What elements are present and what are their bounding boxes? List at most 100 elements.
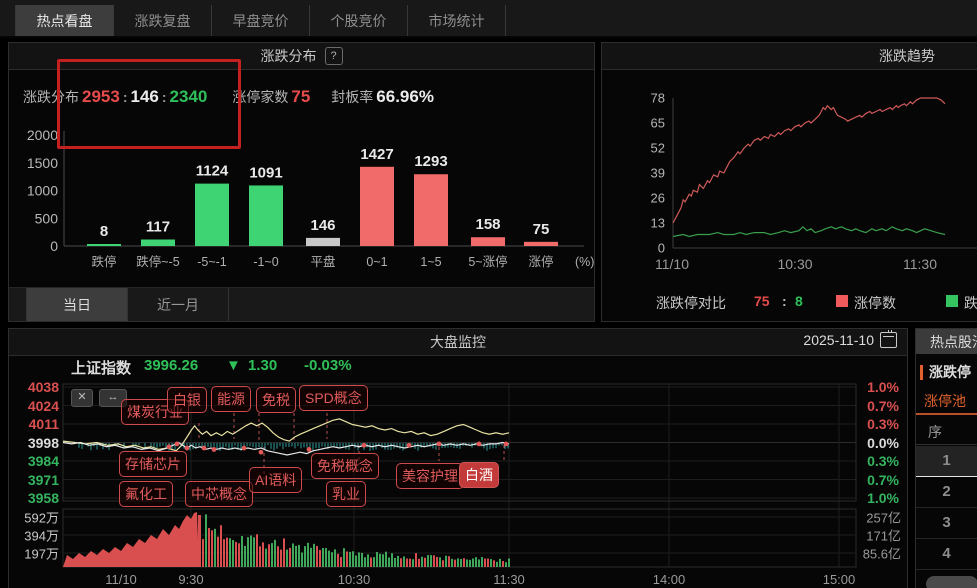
market-xtick: 11:30: [493, 572, 525, 587]
sector-label-白酒[interactable]: 白酒: [459, 462, 499, 488]
svg-text:跌停~-5: 跌停~-5: [136, 254, 179, 269]
legend-up-item: 涨停数: [836, 293, 896, 311]
svg-text:-5~-1: -5~-1: [197, 255, 227, 269]
seq-column-header: 序: [916, 419, 977, 445]
svg-text:1091: 1091: [249, 164, 282, 181]
up-series-name: 涨停数: [854, 295, 896, 311]
sector-label-AI语料[interactable]: AI语料: [249, 467, 303, 493]
volume-ytick-right: 257亿: [866, 510, 901, 526]
volume-ytick-left: 394万: [24, 528, 59, 544]
trend-ytick: 0: [657, 240, 665, 256]
distribution-bar-chart[interactable]: 2000 1500 1000 500 0 8 跌停 117 跌停~-5 1124 -5~-1 1091…: [9, 43, 596, 290]
market-xtick: 10:30: [337, 572, 371, 587]
svg-text:500: 500: [35, 210, 59, 226]
limit-updown-section: 涨跌停: [920, 362, 971, 382]
top-tab-3[interactable]: 早盘竞价: [212, 5, 310, 36]
market-xtick: 15:00: [822, 572, 856, 587]
legend-up-count: 75: [754, 293, 770, 309]
pool-row-3[interactable]: 3: [916, 508, 977, 539]
trend-xtick: 11/10: [655, 256, 689, 272]
price-ytick-left: 3958: [27, 490, 59, 506]
trend-ytick: 39: [650, 165, 665, 181]
volume-ytick-right: 171亿: [866, 528, 901, 544]
top-tab-bar: 热点看盘 涨跌复盘 早盘竞价 个股竞价 市场统计: [0, 0, 977, 38]
svg-text:158: 158: [475, 216, 500, 233]
limit-up-pool-label: 涨停池: [924, 393, 966, 409]
price-ytick-left: 3984: [27, 453, 59, 469]
svg-text:涨停: 涨停: [528, 254, 553, 269]
price-ytick-right: 0.3%: [867, 453, 899, 469]
svg-text:8: 8: [100, 223, 108, 240]
svg-text:0: 0: [50, 238, 58, 254]
price-ytick-left: 4011: [28, 416, 59, 432]
price-ytick-right: 0.7%: [867, 397, 899, 414]
sector-label-美容护理[interactable]: 美容护理: [396, 463, 464, 489]
pool-row-4[interactable]: 4: [916, 539, 977, 570]
price-ytick-right: 0.7%: [867, 471, 899, 488]
price-ytick-left: 3998: [27, 434, 59, 451]
top-tab-4[interactable]: 个股竞价: [310, 5, 408, 36]
down-series-name: 跌停数: [964, 295, 977, 311]
svg-text:1000: 1000: [27, 183, 58, 199]
close-icon[interactable]: ✕: [71, 389, 93, 407]
limit-up-pool-tab[interactable]: 涨停池: [916, 389, 977, 415]
price-ytick-left: 3971: [27, 471, 59, 488]
svg-text:跌停: 跌停: [91, 254, 116, 269]
svg-text:117: 117: [146, 219, 170, 236]
legend-colon: :: [782, 293, 787, 309]
legend-label: 涨跌停对比: [656, 295, 726, 311]
scroll-thumb[interactable]: [926, 576, 977, 588]
svg-text:5~涨停: 5~涨停: [468, 254, 507, 269]
top-tab-2[interactable]: 涨跌复盘: [114, 5, 212, 36]
top-tab-5[interactable]: 市场统计: [408, 5, 506, 36]
trend-ytick: 26: [650, 190, 665, 206]
sector-label-SPD概念[interactable]: SPD概念: [299, 385, 368, 411]
trend-legend: 涨跌停对比 75 : 8 涨停数 跌停数: [602, 293, 977, 313]
trend-ytick: 65: [650, 115, 665, 131]
dist-subtab-1[interactable]: 当日: [26, 288, 128, 321]
sector-label-白银[interactable]: 白银: [167, 387, 207, 413]
price-ytick-right: 1.0%: [867, 379, 899, 395]
price-ytick-left: 4024: [27, 397, 59, 414]
hotspot-pool-panel: 热点股池 涨跌停 涨停池 序 12345: [915, 328, 977, 588]
price-ytick-left: 4038: [27, 379, 59, 395]
trend-xtick: 10:30: [777, 256, 813, 272]
distribution-panel: 涨跌分布 ? 涨跌分布 2953 : 146 : 2340 涨停家数 75 封板…: [8, 42, 595, 322]
trend-panel: 涨跌趋势 78 65 52 39 26 13 0 11/10 10:30 11:30 涨跌停对比 …: [601, 42, 977, 322]
trend-ytick: 52: [650, 140, 665, 156]
sector-label-能源[interactable]: 能源: [211, 386, 251, 412]
distribution-subtabs: 当日 近一月: [9, 287, 594, 321]
svg-text:0~1: 0~1: [366, 255, 387, 269]
price-ytick-right: 1.0%: [867, 490, 899, 506]
sector-label-中芯概念[interactable]: 中芯概念: [185, 481, 253, 507]
sector-label-存储芯片[interactable]: 存储芯片: [119, 451, 187, 477]
limit-updown-label: 涨跌停: [929, 364, 971, 380]
legend-down-item: 跌停数: [946, 293, 977, 311]
legend-down-count: 8: [795, 293, 803, 309]
volume-ytick-left: 592万: [24, 510, 59, 526]
sector-label-乳业[interactable]: 乳业: [326, 481, 366, 507]
up-series-swatch: [836, 295, 848, 307]
trend-ytick: 78: [650, 90, 665, 106]
dist-subtab-2[interactable]: 近一月: [128, 288, 229, 321]
market-xtick: 9:30: [178, 572, 204, 587]
limit-up-pool-rows: 12345: [916, 446, 977, 588]
pool-row-2[interactable]: 2: [916, 477, 977, 508]
hotspot-tab[interactable]: 热点股池: [916, 329, 977, 354]
svg-text:146: 146: [310, 217, 335, 234]
sector-label-氟化工[interactable]: 氟化工: [119, 481, 173, 507]
sector-label-免税[interactable]: 免税: [256, 387, 296, 413]
svg-text:75: 75: [533, 221, 550, 238]
svg-text:2000: 2000: [27, 127, 58, 143]
hotspot-tab-label: 热点股池: [930, 333, 977, 350]
price-ytick-right: 0.3%: [867, 416, 899, 432]
price-ytick-right: 0.0%: [867, 434, 899, 451]
top-tab-1[interactable]: 热点看盘: [15, 5, 114, 36]
app-root: 热点看盘 涨跌复盘 早盘竞价 个股竞价 市场统计 涨跌分布 ? 涨跌分布 2953 : …: [0, 0, 977, 588]
svg-text:1124: 1124: [196, 163, 229, 180]
trend-xtick: 11:30: [903, 256, 937, 272]
pool-row-1[interactable]: 1: [916, 446, 977, 477]
market-xtick: 11/10: [105, 572, 137, 587]
sector-label-免税概念[interactable]: 免税概念: [311, 453, 379, 479]
svg-text:1~5: 1~5: [420, 255, 441, 269]
